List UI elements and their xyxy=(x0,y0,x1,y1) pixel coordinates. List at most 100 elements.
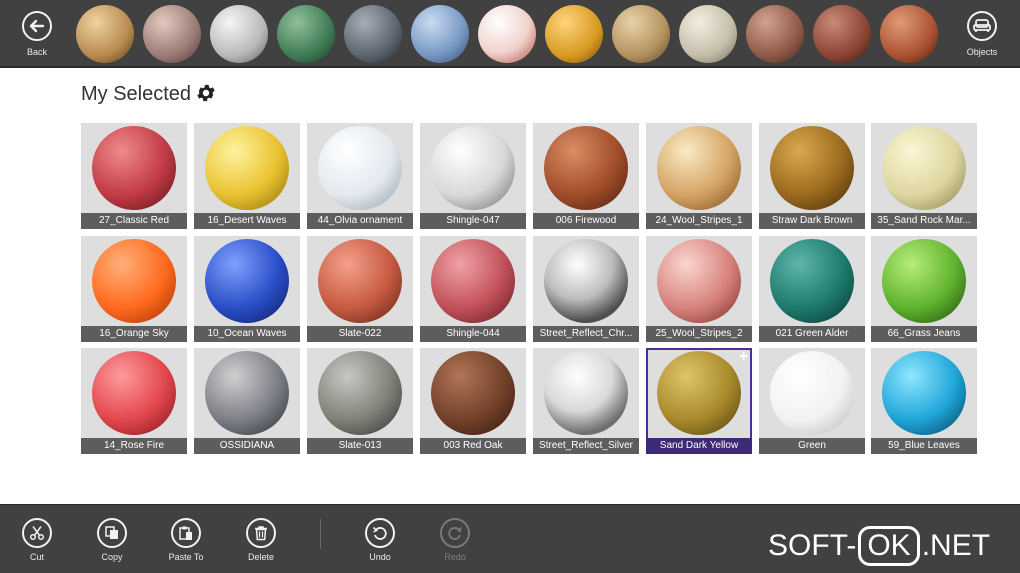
material-tile[interactable]: 10_Ocean Waves xyxy=(194,236,300,342)
library-material-red-brown-tile[interactable] xyxy=(813,5,871,63)
material-preview-sphere xyxy=(882,126,966,210)
trash-icon xyxy=(255,526,267,541)
watermark-left: SOFT- xyxy=(768,529,857,562)
material-label: 16_Desert Waves xyxy=(194,213,300,229)
material-tile[interactable]: 006 Firewood xyxy=(533,123,639,229)
delete-label: Delete xyxy=(247,552,274,562)
delete-button[interactable] xyxy=(246,518,276,548)
material-preview-sphere xyxy=(92,126,176,210)
redo-label: Redo xyxy=(444,552,466,562)
material-preview-sphere xyxy=(318,126,402,210)
undo-button[interactable] xyxy=(365,518,395,548)
cut-label: Cut xyxy=(29,552,44,562)
library-material-yellow-wood[interactable] xyxy=(545,5,603,63)
material-preview-sphere xyxy=(318,239,402,323)
material-preview-sphere xyxy=(882,351,966,435)
redo-icon xyxy=(448,526,463,540)
material-preview-sphere xyxy=(544,351,628,435)
paste-to-button[interactable] xyxy=(171,518,201,548)
material-label: 35_Sand Rock Mar... xyxy=(871,213,977,229)
material-tile[interactable]: 24_Wool_Stripes_1 xyxy=(646,123,752,229)
undo-icon xyxy=(372,526,387,540)
material-label: Shingle-044 xyxy=(420,326,526,342)
redo-button[interactable] xyxy=(440,518,470,548)
library-material-cream-tile[interactable] xyxy=(679,5,737,63)
material-label: Shingle-047 xyxy=(420,213,526,229)
material-label: 44_Olvia ornament xyxy=(307,213,413,229)
copy-button[interactable] xyxy=(97,518,127,548)
material-label: 27_Classic Red xyxy=(81,213,187,229)
material-tile[interactable]: Shingle-044 xyxy=(420,236,526,342)
paste-icon xyxy=(179,526,192,540)
material-label: Slate-022 xyxy=(307,326,413,342)
watermark-right: .NET xyxy=(921,529,991,562)
material-preview-sphere xyxy=(544,239,628,323)
material-preview-sphere xyxy=(770,126,854,210)
library-material-dark-stone[interactable] xyxy=(344,5,402,63)
material-label: 24_Wool_Stripes_1 xyxy=(646,213,752,229)
library-material-tan-wood[interactable] xyxy=(612,5,670,63)
material-preview-sphere xyxy=(205,239,289,323)
material-label: Straw Dark Brown xyxy=(759,213,865,229)
material-preview-sphere xyxy=(205,351,289,435)
library-material-white-shingle[interactable] xyxy=(210,5,268,63)
material-tile[interactable]: 16_Desert Waves xyxy=(194,123,300,229)
material-tile[interactable]: 25_Wool_Stripes_2 xyxy=(646,236,752,342)
material-tile[interactable]: Sand Dark Yellow + xyxy=(646,348,752,454)
material-tile[interactable]: 021 Green Alder xyxy=(759,236,865,342)
material-tile[interactable]: 35_Sand Rock Mar... xyxy=(871,123,977,229)
sofa-icon xyxy=(973,19,991,32)
cut-button[interactable] xyxy=(22,518,52,548)
objects-label: Objects xyxy=(966,47,998,57)
material-tile[interactable]: 27_Classic Red xyxy=(81,123,187,229)
material-label: 59_Blue Leaves xyxy=(871,438,977,454)
page-title: My Selected xyxy=(81,83,192,105)
material-tile[interactable]: 14_Rose Fire xyxy=(81,348,187,454)
top-app-bar: Back Objects xyxy=(0,0,1020,68)
material-tile[interactable]: 59_Blue Leaves xyxy=(871,348,977,454)
material-label: 66_Grass Jeans xyxy=(871,326,977,342)
material-label: Street_Reflect_Chr... xyxy=(533,326,639,342)
material-tile[interactable]: Shingle-047 xyxy=(420,123,526,229)
library-material-blue-stone[interactable] xyxy=(411,5,469,63)
material-label: 16_Orange Sky xyxy=(81,326,187,342)
objects-button[interactable] xyxy=(967,11,997,41)
material-tile[interactable]: Slate-022 xyxy=(307,236,413,342)
library-material-parquet-mauve[interactable] xyxy=(143,5,201,63)
material-tile[interactable]: 66_Grass Jeans xyxy=(871,236,977,342)
library-material-brick-tile[interactable] xyxy=(880,5,938,63)
material-preview-sphere xyxy=(205,126,289,210)
material-preview-sphere xyxy=(770,351,854,435)
library-material-floral[interactable] xyxy=(478,5,536,63)
material-tile[interactable]: 003 Red Oak xyxy=(420,348,526,454)
material-label: 003 Red Oak xyxy=(420,438,526,454)
material-tile[interactable]: Slate-013 xyxy=(307,348,413,454)
material-tile[interactable]: Green xyxy=(759,348,865,454)
material-tile[interactable]: 44_Olvia ornament xyxy=(307,123,413,229)
material-tile[interactable]: Straw Dark Brown xyxy=(759,123,865,229)
material-preview-sphere xyxy=(92,351,176,435)
material-preview-sphere xyxy=(431,126,515,210)
library-material-green-scales[interactable] xyxy=(277,5,335,63)
material-tile[interactable]: 16_Orange Sky xyxy=(81,236,187,342)
material-tile[interactable]: OSSIDIANA xyxy=(194,348,300,454)
paste-to-label: Paste To xyxy=(168,552,204,562)
material-label: 021 Green Alder xyxy=(759,326,865,342)
settings-gear-icon[interactable] xyxy=(195,82,217,104)
material-tile[interactable]: Street_Reflect_Chr... xyxy=(533,236,639,342)
watermark-box: OK xyxy=(858,526,920,566)
material-tile[interactable]: Street_Reflect_Silver xyxy=(533,348,639,454)
plus-icon[interactable]: + xyxy=(739,349,748,364)
material-label: 14_Rose Fire xyxy=(81,438,187,454)
material-label: 006 Firewood xyxy=(533,213,639,229)
copy-icon xyxy=(105,526,118,539)
back-button[interactable] xyxy=(22,11,52,41)
material-preview-sphere xyxy=(318,351,402,435)
material-label: Street_Reflect_Silver xyxy=(533,438,639,454)
material-preview-sphere xyxy=(657,126,741,210)
undo-label: Undo xyxy=(369,552,391,562)
library-material-parquet-light[interactable] xyxy=(76,5,134,63)
scissors-icon xyxy=(29,526,45,541)
library-material-brown-tile[interactable] xyxy=(746,5,804,63)
material-preview-sphere xyxy=(770,239,854,323)
